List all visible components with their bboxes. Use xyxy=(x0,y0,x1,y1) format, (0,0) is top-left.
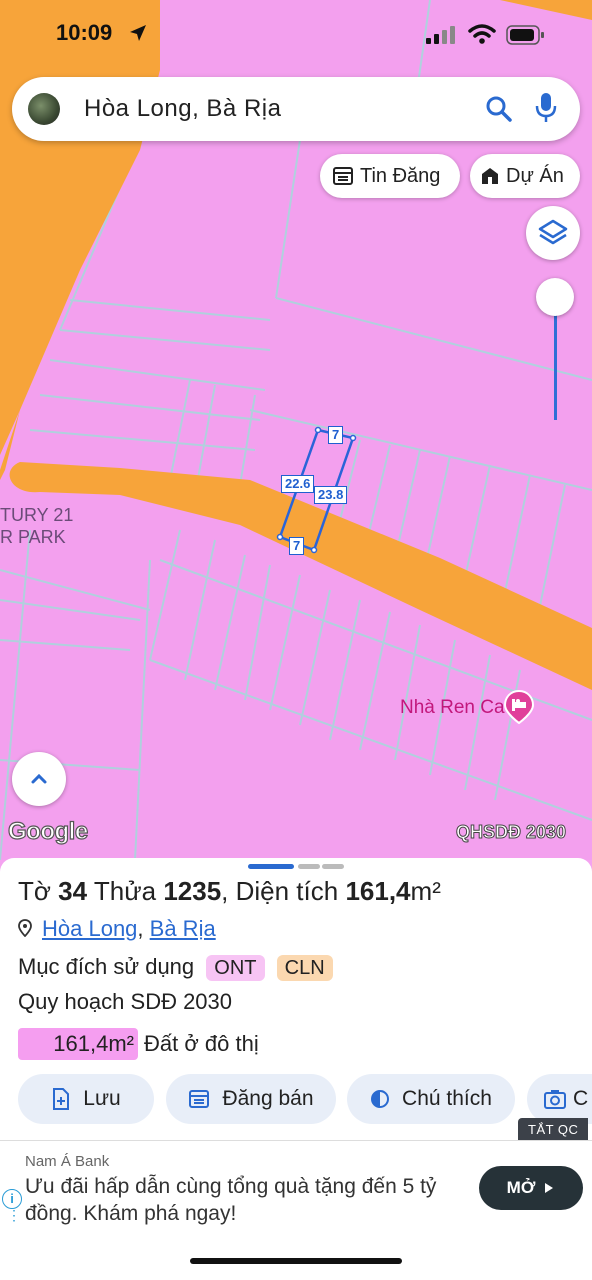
camera-button[interactable]: C xyxy=(527,1074,592,1124)
projects-chip-label: Dự Án xyxy=(506,164,564,187)
search-input[interactable]: Hòa Long, Bà Rịa xyxy=(84,95,281,123)
land-use-tag-cln[interactable]: CLN xyxy=(276,955,333,981)
ad-info-icon[interactable]: i xyxy=(2,1189,22,1209)
plan-land-type: Đất ở đô thị xyxy=(144,1031,259,1056)
microphone-icon[interactable] xyxy=(534,91,558,125)
home-indicator[interactable] xyxy=(190,1258,402,1264)
land-use-tag-ont[interactable]: ONT xyxy=(206,955,265,981)
ad-banner[interactable]: i ⋮ Nam Á Bank Ưu đãi hấp dẫn cùng tổng … xyxy=(0,1140,592,1235)
ad-menu-icon[interactable]: ⋮ xyxy=(7,1208,21,1222)
listing-icon xyxy=(333,167,353,185)
parcel-location: Hòa Long, Bà Rịa xyxy=(18,916,216,942)
sheet-page-indicator xyxy=(322,864,344,869)
location-arrow-icon xyxy=(130,25,146,41)
status-bar: 10:09 xyxy=(0,0,592,70)
opacity-slider-track[interactable] xyxy=(554,298,557,420)
avatar[interactable] xyxy=(28,93,60,125)
land-use-row: Mục đích sử dụng ONT CLN xyxy=(18,954,333,981)
ad-open-button[interactable]: MỞ xyxy=(479,1166,583,1210)
save-button[interactable]: Lưu xyxy=(18,1074,154,1124)
listings-chip-label: Tin Đăng xyxy=(360,164,441,187)
parcel-edge-top-label: 7 xyxy=(328,426,344,444)
parcel-edge-left-label: 22.6 xyxy=(281,475,315,493)
layers-button[interactable] xyxy=(526,206,580,260)
wifi-icon xyxy=(468,24,496,44)
camera-icon xyxy=(544,1090,566,1109)
battery-icon xyxy=(506,25,544,45)
ad-sponsor: Nam Á Bank xyxy=(25,1153,110,1170)
sheet-page-indicator xyxy=(298,864,320,869)
plan-label: Quy hoạch SDĐ 2030 xyxy=(18,989,233,1014)
plan-area-swatch: 161,4m² xyxy=(18,1028,138,1060)
overlay-label: QHSDĐ 2030 xyxy=(455,822,567,843)
google-logo: Google xyxy=(7,817,88,845)
ad-text: Ưu đãi hấp dẫn cùng tổng quà tặng đến 5 … xyxy=(25,1175,437,1225)
search-bar[interactable]: Hòa Long, Bà Rịa xyxy=(12,77,580,141)
contrast-icon xyxy=(371,1090,390,1108)
chevron-up-icon xyxy=(31,773,47,784)
map-view[interactable]: 7 22.6 23.8 7 TURY 21 R PARK Nhà Ren Ca … xyxy=(0,0,592,860)
poi-label[interactable]: Nhà Ren Ca xyxy=(400,697,505,719)
parcel-title: Tờ 34 Thửa 1235, Diện tích 161,4m² xyxy=(18,876,441,906)
cellular-signal-icon xyxy=(426,26,455,44)
projects-chip[interactable]: Dự Án xyxy=(470,154,580,198)
listing-icon xyxy=(189,1090,210,1108)
map-place-label: R PARK xyxy=(0,527,66,547)
home-indicator-area xyxy=(0,1234,592,1280)
sheet-page-indicator-active xyxy=(248,864,294,869)
play-arrow-icon xyxy=(545,1183,554,1193)
close-ad-button[interactable]: TẮT QC xyxy=(518,1118,589,1141)
map-place-label: TURY 21 xyxy=(0,505,74,525)
ward-link[interactable]: Hòa Long xyxy=(42,916,137,941)
building-icon xyxy=(482,168,498,184)
city-link[interactable]: Bà Rịa xyxy=(150,916,216,941)
search-icon[interactable] xyxy=(484,94,514,124)
hotel-pin-icon[interactable] xyxy=(504,690,534,724)
location-pin-icon xyxy=(18,919,32,938)
legend-button[interactable]: Chú thích xyxy=(347,1074,515,1124)
plan-legend-row: 161,4m² Đất ở đô thị xyxy=(18,1028,259,1060)
parcel-edge-bottom-label: 7 xyxy=(289,537,305,555)
expand-up-button[interactable] xyxy=(12,752,66,806)
post-for-sale-button[interactable]: Đăng bán xyxy=(166,1074,336,1124)
opacity-slider-handle[interactable] xyxy=(536,278,574,316)
parcel-edge-right-label: 23.8 xyxy=(314,486,348,504)
file-add-icon xyxy=(53,1088,70,1110)
layers-icon xyxy=(538,219,568,245)
listings-chip[interactable]: Tin Đăng xyxy=(320,154,460,198)
clock: 10:09 xyxy=(56,20,113,45)
